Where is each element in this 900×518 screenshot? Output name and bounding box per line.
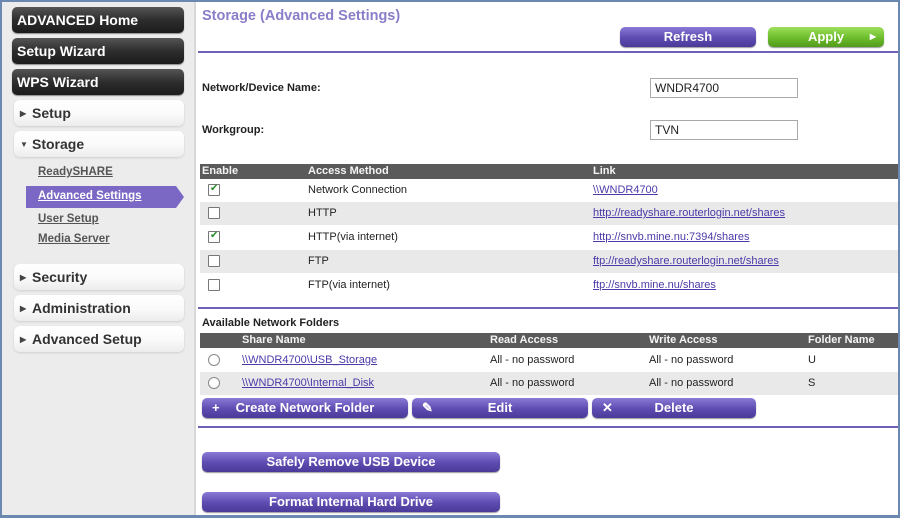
advanced-home-button[interactable]: ADVANCED Home [12,7,184,33]
folder-radio[interactable] [208,354,220,366]
access-method: FTP(via internet) [308,279,390,291]
enable-checkbox[interactable] [208,279,220,291]
folders-section-label: Available Network Folders [202,317,340,329]
sidebar-section-label: Storage [32,136,85,152]
plus-icon: + [212,400,220,415]
delete-button[interactable]: ✕ Delete [592,398,756,418]
workgroup-label: Workgroup: [202,124,265,136]
pencil-icon: ✎ [422,400,433,415]
column-header: Read Access [490,334,559,346]
column-header: Link [593,165,616,177]
access-link[interactable]: \\WNDR4700 [593,184,658,196]
folder-radio[interactable] [208,377,220,389]
folders-table-header: Share Name Read Access Write Access Fold… [200,333,898,348]
sidebar-section-label: Administration [32,300,131,316]
write-access: All - no password [649,354,734,366]
table-row: FTP ftp://readyshare.routerlogin.net/sha… [200,250,898,273]
device-name-input[interactable] [650,78,798,98]
safely-remove-usb-button[interactable]: Safely Remove USB Device [202,452,500,472]
column-header: Enable [202,165,239,177]
divider [198,426,898,428]
sidebar-section-label: Security [32,269,88,285]
access-method: HTTP [308,207,337,219]
sidebar-section-label: Advanced Setup [32,331,142,347]
apply-button[interactable]: Apply ▶ [768,27,884,47]
caret-right-icon: ▶ [20,109,27,118]
table-row: HTTP(via internet) http://snvb.mine.nu:7… [200,226,898,249]
sidebar-item-label: Advanced Settings [38,190,142,202]
divider [198,307,898,309]
table-row: HTTP http://readyshare.routerlogin.net/s… [200,202,898,225]
table-row: FTP(via internet) ftp://snvb.mine.nu/sha… [200,274,898,297]
sidebar-section-setup[interactable]: ▶ Setup [14,100,184,126]
access-table-header: Enable Access Method Link [200,164,898,179]
caret-down-icon: ▼ [20,140,28,149]
share-link[interactable]: \\WNDR4700\Internal_Disk [242,377,374,389]
sidebar-item-readyshare[interactable]: ReadySHARE [38,166,113,178]
close-icon: ✕ [602,400,613,415]
table-row: Network Connection \\WNDR4700 [200,179,898,202]
button-label: Edit [487,400,513,415]
column-header: Write Access [649,334,718,346]
enable-checkbox[interactable] [208,230,220,243]
column-header: Share Name [242,334,306,346]
sidebar: ADVANCED Home Setup Wizard WPS Wizard ▶ S… [2,2,196,515]
access-link[interactable]: ftp://readyshare.routerlogin.net/shares [593,255,779,267]
column-header: Access Method [308,165,389,177]
create-network-folder-button[interactable]: + Create Network Folder [202,398,408,418]
access-method: HTTP(via internet) [308,231,398,243]
sidebar-item-advanced-settings[interactable]: Advanced Settings [26,186,184,208]
read-access: All - no password [490,354,575,366]
workgroup-input[interactable] [650,120,798,140]
access-link[interactable]: http://snvb.mine.nu:7394/shares [593,231,750,243]
apply-label: Apply [807,29,845,44]
sidebar-item-user-setup[interactable]: User Setup [38,213,99,225]
access-link[interactable]: http://readyshare.routerlogin.net/shares [593,207,785,219]
access-link[interactable]: ftp://snvb.mine.nu/shares [593,279,716,291]
play-icon: ▶ [869,32,876,41]
sidebar-section-label: Setup [32,105,71,121]
refresh-button[interactable]: Refresh [620,27,756,47]
main-panel: Storage (Advanced Settings) Refresh Appl… [198,2,898,515]
wps-wizard-button[interactable]: WPS Wizard [12,69,184,95]
sidebar-section-administration[interactable]: ▶ Administration [14,295,184,321]
button-label: Create Network Folder [235,400,375,415]
edit-button[interactable]: ✎ Edit [412,398,588,418]
sidebar-section-storage[interactable]: ▼ Storage [14,131,184,157]
enable-checkbox[interactable] [208,207,220,219]
setup-wizard-button[interactable]: Setup Wizard [12,38,184,64]
format-hard-drive-button[interactable]: Format Internal Hard Drive [202,492,500,512]
column-header: Folder Name [808,334,875,346]
sidebar-section-advanced-setup[interactable]: ▶ Advanced Setup [14,326,184,352]
divider [198,51,898,53]
share-link[interactable]: \\WNDR4700\USB_Storage [242,354,377,366]
caret-right-icon: ▶ [20,335,27,344]
device-name-label: Network/Device Name: [202,82,321,94]
caret-right-icon: ▶ [20,273,27,282]
button-label: Delete [654,400,694,415]
enable-checkbox[interactable] [208,183,220,196]
table-row: \\WNDR4700\USB_Storage All - no password… [200,349,898,372]
folder-name: S [808,377,816,389]
caret-right-icon: ▶ [20,304,27,313]
enable-checkbox[interactable] [208,255,220,267]
page-title: Storage (Advanced Settings) [202,8,401,24]
sidebar-item-media-server[interactable]: Media Server [38,233,110,245]
sidebar-section-security[interactable]: ▶ Security [14,264,184,290]
read-access: All - no password [490,377,575,389]
table-row: \\WNDR4700\Internal_Disk All - no passwo… [200,372,898,395]
access-method: Network Connection [308,184,408,196]
folder-name: U [808,354,816,366]
write-access: All - no password [649,377,734,389]
access-method: FTP [308,255,329,267]
